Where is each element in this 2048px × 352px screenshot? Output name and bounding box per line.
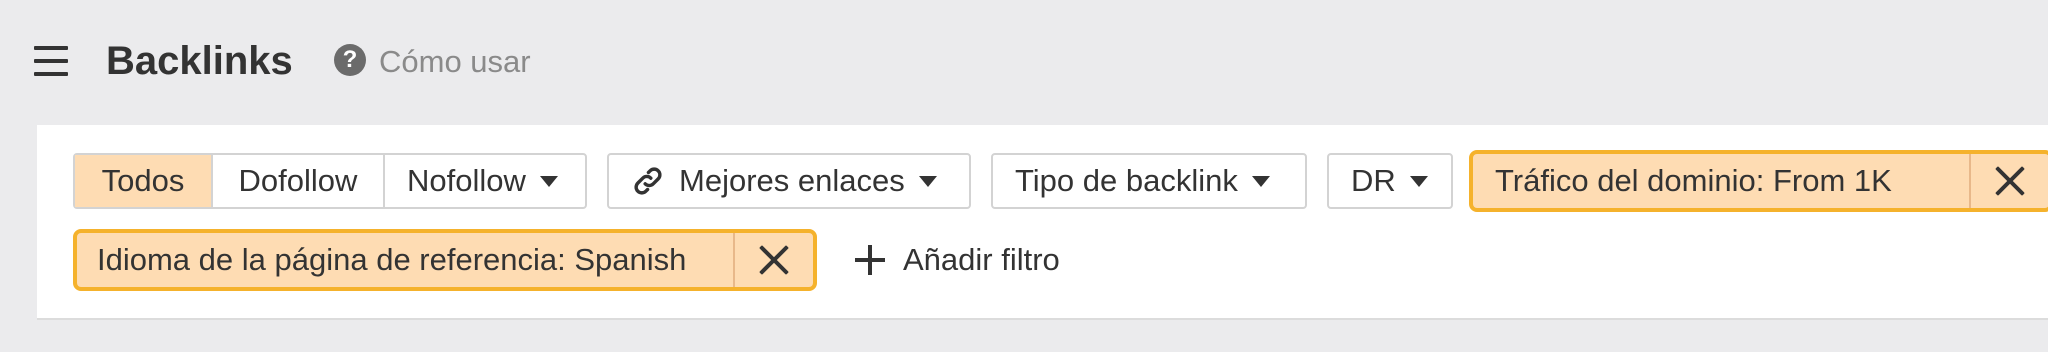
segment-todos[interactable]: Todos xyxy=(75,155,211,207)
language-filter-label: Idioma de la página de referencia: Spani… xyxy=(97,242,687,277)
remove-language-filter-button[interactable] xyxy=(733,233,813,287)
best-links-dropdown[interactable]: Mejores enlaces xyxy=(607,153,971,209)
segment-todos-label: Todos xyxy=(101,163,185,198)
chevron-down-icon xyxy=(918,175,937,187)
language-filter-chip[interactable]: Idioma de la página de referencia: Spani… xyxy=(73,229,817,291)
filter-panel: Todos Dofollow Nofollow Mejores enlaces … xyxy=(37,125,2048,320)
how-to-use-link[interactable]: Cómo usar xyxy=(379,44,531,80)
domain-traffic-filter-label: Tráfico del dominio: From 1K xyxy=(1495,163,1892,198)
dr-dropdown[interactable]: DR xyxy=(1327,153,1453,209)
page-title: Backlinks xyxy=(106,39,293,83)
question-mark-icon[interactable]: ? xyxy=(334,44,366,76)
segment-nofollow-label: Nofollow xyxy=(407,163,526,198)
segment-dofollow-label: Dofollow xyxy=(238,163,358,198)
add-filter-label: Añadir filtro xyxy=(903,242,1060,277)
domain-traffic-filter-chip[interactable]: Tráfico del dominio: From 1K xyxy=(1469,150,2048,212)
segment-dofollow[interactable]: Dofollow xyxy=(211,155,383,207)
segment-nofollow[interactable]: Nofollow xyxy=(383,155,585,207)
chevron-down-icon xyxy=(1251,175,1270,187)
plus-icon xyxy=(855,245,885,275)
best-links-label: Mejores enlaces xyxy=(679,163,905,198)
backlink-type-dropdown[interactable]: Tipo de backlink xyxy=(991,153,1307,209)
remove-domain-traffic-filter-button[interactable] xyxy=(1969,154,2048,208)
backlink-type-label: Tipo de backlink xyxy=(1015,163,1238,198)
page-header: Backlinks ? Cómo usar xyxy=(0,0,2048,125)
chevron-down-icon xyxy=(539,175,558,187)
add-filter-button[interactable]: Añadir filtro xyxy=(855,235,1060,285)
link-type-segmented-control: Todos Dofollow Nofollow xyxy=(73,153,587,209)
link-icon xyxy=(634,167,662,195)
close-icon xyxy=(1995,166,2025,196)
hamburger-menu-icon[interactable] xyxy=(34,46,70,76)
chevron-down-icon xyxy=(1409,175,1428,187)
close-icon xyxy=(759,245,789,275)
dr-label: DR xyxy=(1351,163,1396,198)
